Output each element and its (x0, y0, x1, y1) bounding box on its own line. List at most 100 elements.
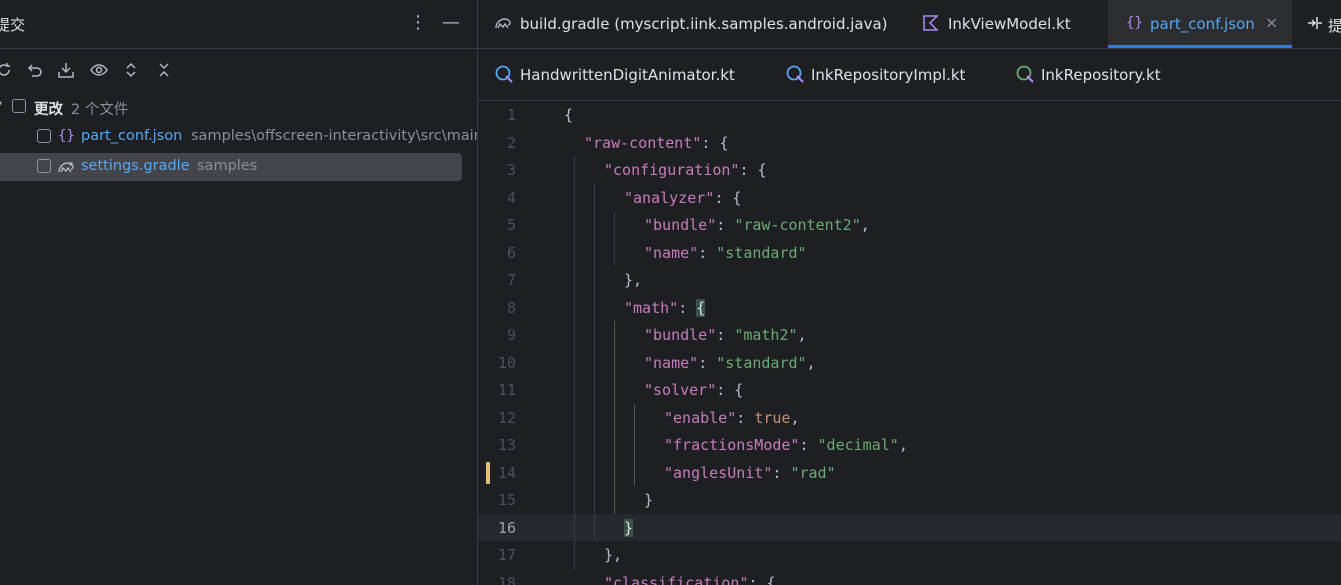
line-number: 10 (497, 353, 516, 372)
code-text: }, (624, 271, 643, 289)
kotlin-class-icon (495, 65, 513, 83)
code-text: "name": "standard", (644, 353, 816, 372)
split-icon[interactable] (1306, 14, 1324, 32)
indent-guide (634, 403, 635, 486)
tab-overflow[interactable]: 提 (1294, 0, 1341, 48)
commit-panel-header: 提交 ⋮ — (0, 0, 477, 49)
code-line[interactable]: 17}, (478, 541, 1341, 569)
tab-label: build.gradle (myscript.iink.samples.andr… (520, 15, 888, 33)
commit-panel: 提交 ⋮ — ▾ 更改 2 个文件 {} part_conf.json (0, 0, 477, 585)
tab-label: InkRepository.kt (1041, 66, 1161, 84)
code-line[interactable]: 14 "anglesUnit": "rad" (478, 459, 1341, 487)
code-line[interactable]: 3 "configuration": { (478, 156, 1341, 184)
line-number: 15 (497, 491, 516, 509)
code-line[interactable]: 12 "enable": true, (478, 404, 1341, 432)
line-number: 7 (506, 271, 516, 289)
kotlin-class-icon (786, 65, 804, 83)
indent-guide (614, 211, 615, 266)
code-line[interactable]: 15} (478, 486, 1341, 514)
line-number: 12 (497, 408, 516, 427)
tab-inkrepository[interactable]: InkRepository.kt (1008, 49, 1208, 100)
code-line[interactable]: 11 "solver": { (478, 376, 1341, 404)
group-checkbox[interactable] (12, 99, 26, 113)
file-checkbox[interactable] (37, 129, 51, 143)
tab-label: part_conf.json (1150, 15, 1255, 33)
code-text: "solver": { (644, 381, 744, 399)
chevron-down-icon[interactable]: ▾ (0, 97, 2, 111)
minus-icon[interactable]: — (441, 12, 461, 34)
line-number: 14 (497, 463, 516, 482)
line-number: 8 (506, 298, 516, 317)
rollback-icon[interactable] (24, 58, 46, 82)
indent-guide (574, 156, 575, 569)
line-number: 2 (506, 133, 516, 152)
code-text: "classification": { (604, 573, 776, 585)
vertical-dots-icon[interactable]: ⋮ (408, 12, 428, 34)
line-number: 6 (506, 243, 516, 262)
code-line[interactable]: 18 "classification": { (478, 569, 1341, 585)
json-file-icon: {} (58, 128, 75, 144)
modified-line-marker[interactable] (486, 461, 490, 484)
line-number: 11 (497, 381, 516, 399)
code-text: } (644, 491, 654, 509)
panel-title: 提交 (0, 16, 26, 34)
tab-inkrepositoryimpl[interactable]: InkRepositoryImpl.kt (778, 49, 993, 100)
code-text: "enable": true, (664, 408, 800, 427)
editor-area: build.gradle (myscript.iink.samples.andr… (478, 0, 1341, 585)
refresh-icon[interactable] (0, 58, 16, 82)
tab-label: HandwrittenDigitAnimator.kt (520, 66, 735, 84)
code-line[interactable]: 1{ (478, 101, 1341, 129)
group-count: 2 个文件 (71, 102, 129, 118)
tab-build-gradle[interactable]: build.gradle (myscript.iink.samples.andr… (478, 0, 888, 48)
tab-label: 提 (1328, 17, 1341, 35)
code-line[interactable]: 8 "math": { (478, 294, 1341, 322)
indent-guide (594, 183, 595, 541)
line-number: 3 (506, 161, 516, 179)
indent-guide (614, 321, 615, 514)
kotlin-interface-icon (1016, 65, 1034, 83)
code-text: }, (604, 546, 623, 564)
code-line[interactable]: 2 "raw-content": { (478, 129, 1341, 157)
gradle-file-icon (57, 158, 77, 176)
line-number: 13 (497, 436, 516, 454)
code-line[interactable]: 4 "analyzer": { (478, 184, 1341, 212)
code-text: "raw-content": { (584, 133, 729, 152)
shelve-icon[interactable] (56, 58, 78, 82)
code-line[interactable]: 10 "name": "standard", (478, 349, 1341, 377)
line-number: 1 (506, 106, 516, 124)
close-icon[interactable]: × (1265, 13, 1278, 32)
tab-part-conf-json[interactable]: {} part_conf.json × (1108, 0, 1292, 48)
group-label: 更改 (34, 102, 63, 118)
line-number: 5 (506, 216, 516, 234)
collapse-icon[interactable] (154, 58, 176, 82)
code-line[interactable]: 9 "bundle": "math2", (478, 321, 1341, 349)
code-line[interactable]: 13 "fractionsMode": "decimal", (478, 431, 1341, 459)
line-number: 18 (497, 573, 516, 585)
expand-icon[interactable] (121, 58, 143, 82)
code-line[interactable]: 16} (478, 513, 1341, 541)
line-number: 4 (506, 188, 516, 207)
code-text: "fractionsMode": "decimal", (664, 436, 908, 454)
editor-tabs-row-2: HandwrittenDigitAnimator.kt InkRepositor… (478, 49, 1341, 101)
gradle-file-icon (494, 14, 512, 32)
code-text: { (564, 106, 574, 124)
code-editor[interactable]: 1{2 "raw-content": {3 "configuration": {4 "… (478, 101, 1341, 585)
code-line[interactable]: 6 "name": "standard" (478, 239, 1341, 267)
tab-inkviewmodel[interactable]: InkViewModel.kt (908, 0, 1098, 48)
code-text: "name": "standard" (644, 243, 807, 262)
changes-group-row[interactable]: ▾ 更改 2 个文件 (0, 93, 477, 121)
code-line[interactable]: 7}, (478, 266, 1341, 294)
eye-icon[interactable] (89, 58, 111, 82)
line-number: 16 (497, 518, 516, 537)
commit-toolbar (0, 58, 477, 84)
line-number: 9 (506, 326, 516, 344)
file-row[interactable]: settings.gradle samples (0, 153, 462, 181)
tab-label: InkViewModel.kt (948, 15, 1071, 33)
code-text: } (624, 518, 634, 537)
tab-handwritten-digit-animator[interactable]: HandwrittenDigitAnimator.kt (478, 49, 768, 100)
code-line[interactable]: 5 "bundle": "raw-content2", (478, 211, 1341, 239)
code-text: "configuration": { (604, 161, 767, 179)
editor-tabs-row-1: build.gradle (myscript.iink.samples.andr… (478, 0, 1341, 49)
file-row[interactable]: {} part_conf.json samples\offscreen-inte… (0, 123, 477, 151)
file-checkbox[interactable] (37, 159, 51, 173)
